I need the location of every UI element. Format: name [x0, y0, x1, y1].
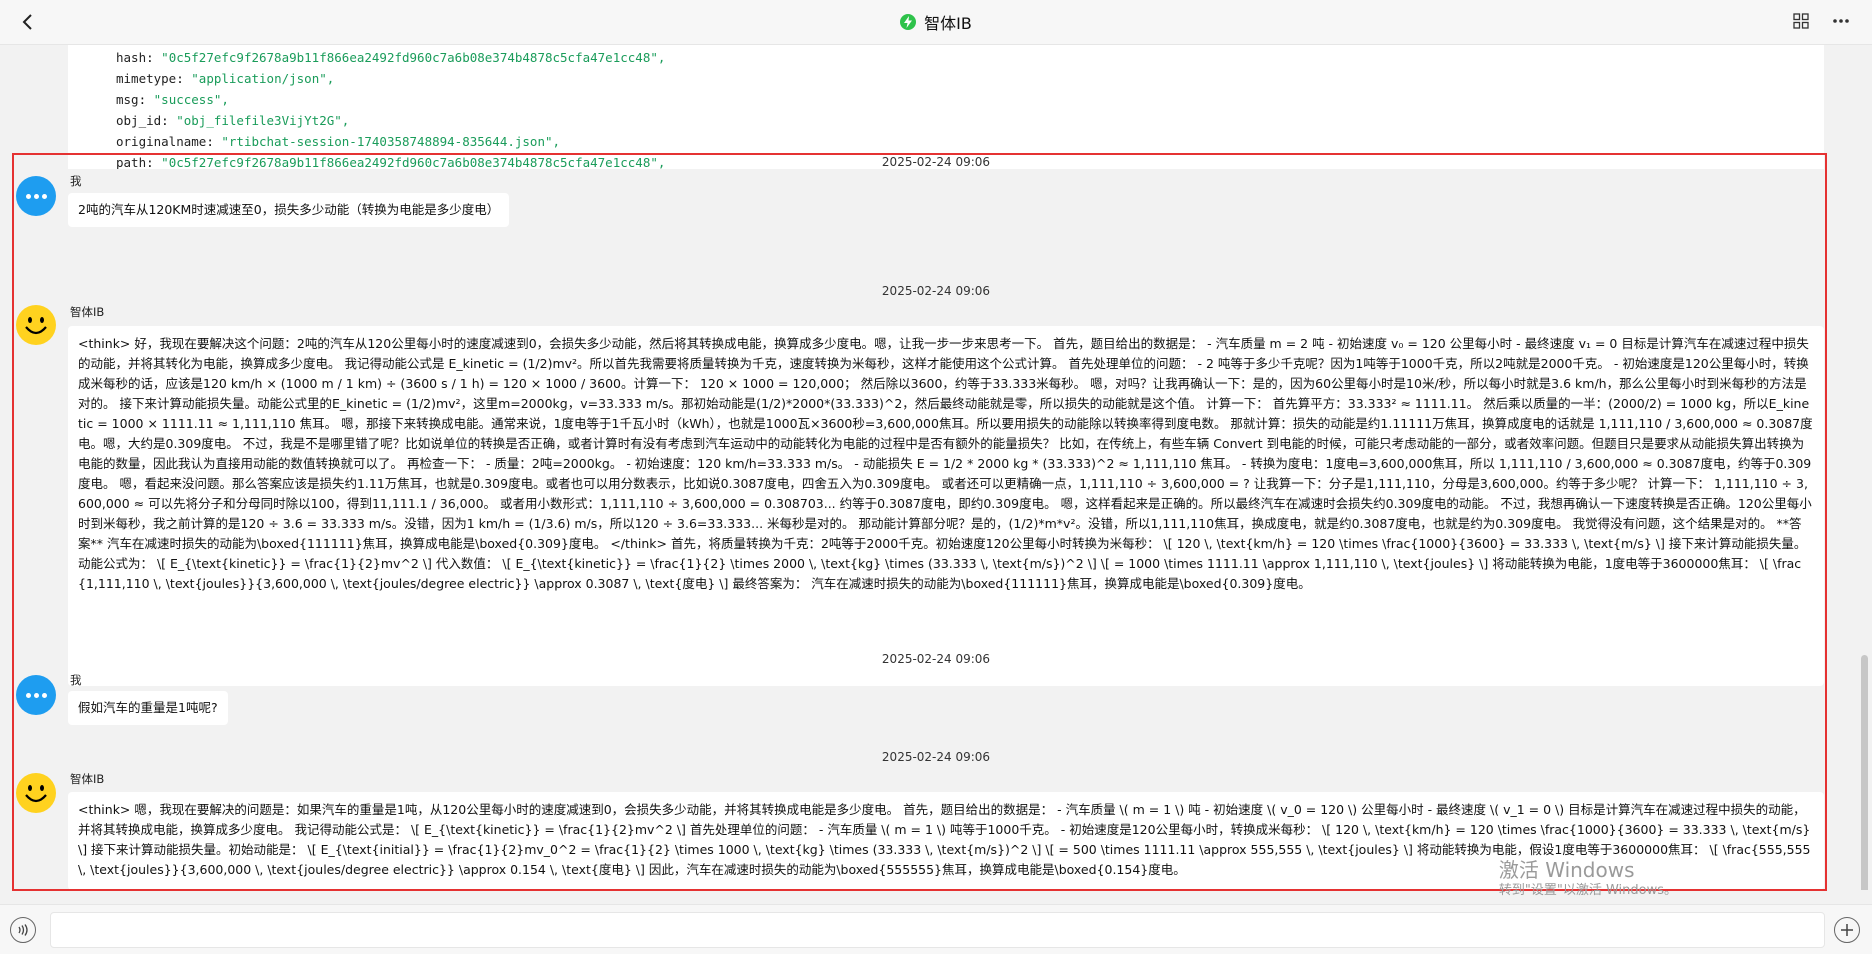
- json-line: msg: "success",: [116, 92, 229, 107]
- chat-bubble-icon: [25, 193, 47, 199]
- message-bubble: <think> 好，我现在要解决这个问题：2吨的汽车从120公里每小时的速度减速…: [68, 326, 1824, 686]
- json-line: mimetype: "application/json",: [116, 71, 335, 86]
- sender-name: 我: [70, 174, 82, 188]
- message-bubble: 2吨的汽车从120KM时速减速至0，损失多少动能（转换为电能是多少度电）: [68, 193, 510, 227]
- message-timestamp: 2025-02-24 09:06: [881, 284, 991, 298]
- message-list[interactable]: hash: "0c5f27efc9f2678a9b11f866ea2492fd9…: [0, 45, 1872, 890]
- avatar[interactable]: [16, 675, 56, 715]
- chat-title: 智体IB: [924, 14, 972, 33]
- message-timestamp: 2025-02-24 09:06: [881, 155, 991, 169]
- grid-icon: [1793, 13, 1809, 29]
- sender-name: 我: [70, 673, 82, 687]
- avatar[interactable]: [16, 176, 56, 216]
- chat-bubble-icon: [25, 692, 47, 698]
- sender-name: 智体IB: [70, 305, 105, 319]
- message-input[interactable]: [50, 912, 1825, 948]
- message-bubble: 假如汽车的重量是1吨呢?: [68, 691, 228, 725]
- chat-window: 智体IB hash: "0c5f27efc9f2678a9b11f866ea24…: [0, 0, 1872, 954]
- json-line: originalname: "rtibchat-session-17403587…: [116, 134, 561, 149]
- scrollbar[interactable]: [1861, 655, 1868, 890]
- chevron-left-icon: [22, 14, 32, 30]
- title-actions: [1790, 10, 1852, 32]
- grid-button[interactable]: [1790, 10, 1812, 32]
- title-bar: 智体IB: [0, 0, 1872, 45]
- avatar[interactable]: [16, 773, 56, 813]
- json-line: obj_id: "obj_filefile3VijYt2G",: [116, 113, 350, 128]
- windows-watermark: 激活 Windows 转到"设置"以激活 Windows。: [1498, 858, 1677, 898]
- add-circle-icon: [1841, 924, 1853, 936]
- message-timestamp: 2025-02-24 09:06: [881, 750, 991, 764]
- chat-title-wrap: 智体IB: [900, 10, 972, 34]
- smiley-icon: [17, 306, 55, 344]
- smiley-icon: [17, 774, 55, 812]
- json-line: hash: "0c5f27efc9f2678a9b11f866ea2492fd9…: [116, 50, 666, 65]
- json-snippet: hash: "0c5f27efc9f2678a9b11f866ea2492fd9…: [68, 45, 1824, 169]
- avatar[interactable]: [16, 305, 56, 345]
- more-dots-icon: [1833, 19, 1849, 23]
- add-button[interactable]: [1834, 917, 1860, 943]
- voice-icon: [18, 924, 28, 936]
- message-timestamp: 2025-02-24 09:06: [881, 652, 991, 666]
- back-button[interactable]: [14, 8, 42, 36]
- input-bar: [0, 904, 1872, 954]
- voice-button[interactable]: [10, 917, 36, 943]
- more-button[interactable]: [1830, 10, 1852, 32]
- sender-name: 智体IB: [70, 772, 105, 786]
- bolt-icon: [900, 14, 917, 30]
